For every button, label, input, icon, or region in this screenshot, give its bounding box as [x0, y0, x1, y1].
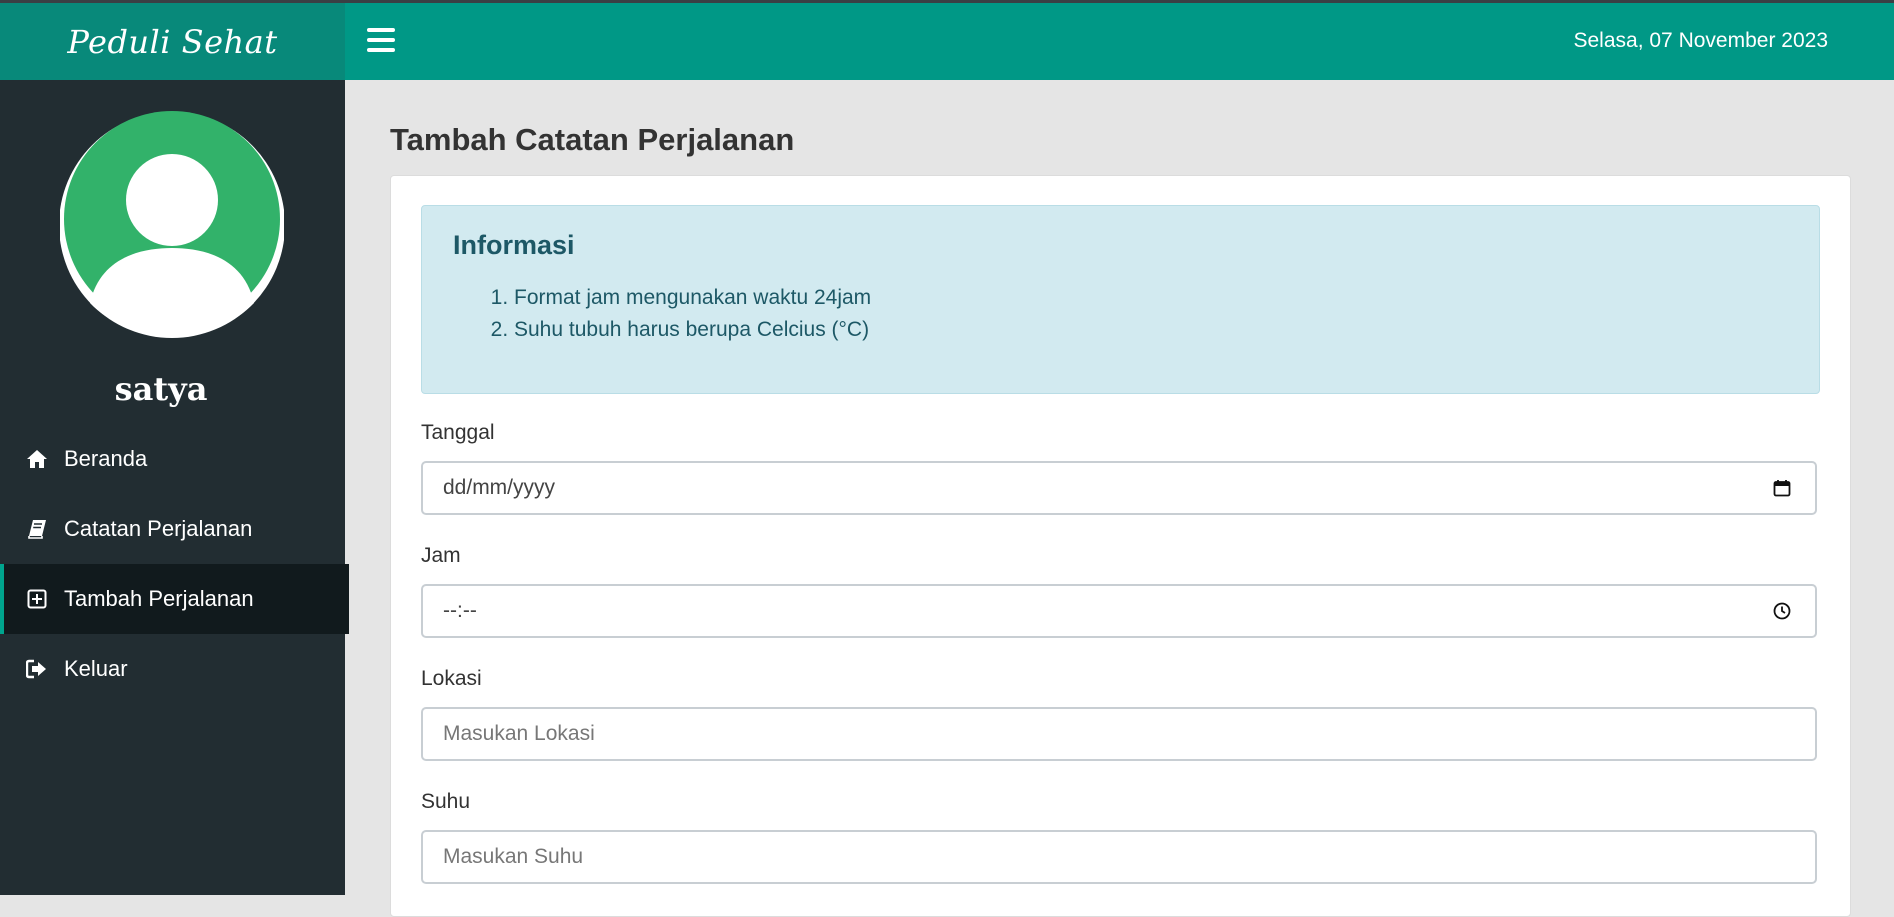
username: satya [114, 370, 208, 408]
lokasi-placeholder: Masukan Lokasi [443, 722, 595, 745]
sidebar-item-label: Keluar [64, 656, 128, 681]
suhu-label: Suhu [421, 790, 471, 813]
sidebar: satya Beranda Catatan Perjalanan Tambah … [0, 80, 349, 895]
avatar [59, 108, 285, 342]
sidebar-item-beranda[interactable]: Beranda [0, 424, 345, 494]
info-alert: Informasi Format jam mengunakan waktu 24… [421, 205, 1820, 394]
current-date: Selasa, 07 November 2023 [1573, 29, 1829, 52]
jam-label: Jam [421, 544, 461, 567]
tanggal-date-input[interactable]: dd/mm/yyyy [421, 461, 1817, 515]
suhu-input[interactable]: Masukan Suhu [421, 830, 1817, 884]
tanggal-label: Tanggal [421, 421, 495, 444]
lokasi-input[interactable]: Masukan Lokasi [421, 707, 1817, 761]
home-icon [26, 448, 48, 470]
brand-name: Peduli Sehat [67, 22, 278, 61]
page-title: Tambah Catatan Perjalanan [390, 122, 795, 157]
jam-value: --:-- [443, 599, 477, 622]
info-list-item: Format jam mengunakan waktu 24jam [514, 282, 871, 314]
suhu-placeholder: Masukan Suhu [443, 845, 584, 868]
sidebar-item-label: Catatan Perjalanan [64, 516, 253, 541]
info-title: Informasi [453, 230, 575, 260]
info-list: Format jam mengunakan waktu 24jam Suhu t… [466, 282, 871, 346]
brand-logo[interactable]: Peduli Sehat [0, 3, 345, 80]
top-navbar: Selasa, 07 November 2023 [345, 3, 1894, 80]
info-list-item: Suhu tubuh harus berupa Celcius (°C) [514, 314, 871, 346]
lokasi-label: Lokasi [421, 667, 482, 690]
sidebar-item-label: Tambah Perjalanan [64, 586, 254, 611]
sidebar-item-keluar[interactable]: Keluar [0, 634, 345, 704]
sidebar-item-catatan-perjalanan[interactable]: Catatan Perjalanan [0, 494, 345, 564]
sign-out-icon [26, 658, 48, 680]
clock-icon[interactable] [1771, 600, 1793, 622]
tanggal-value: dd/mm/yyyy [443, 476, 556, 499]
calendar-icon[interactable] [1771, 477, 1793, 499]
jam-time-input[interactable]: --:-- [421, 584, 1817, 638]
sidebar-item-tambah-perjalanan[interactable]: Tambah Perjalanan [0, 564, 349, 634]
book-icon [26, 518, 48, 540]
sidebar-item-label: Beranda [64, 446, 148, 471]
menu-toggle-icon[interactable] [367, 28, 395, 52]
plus-square-icon [26, 588, 48, 610]
